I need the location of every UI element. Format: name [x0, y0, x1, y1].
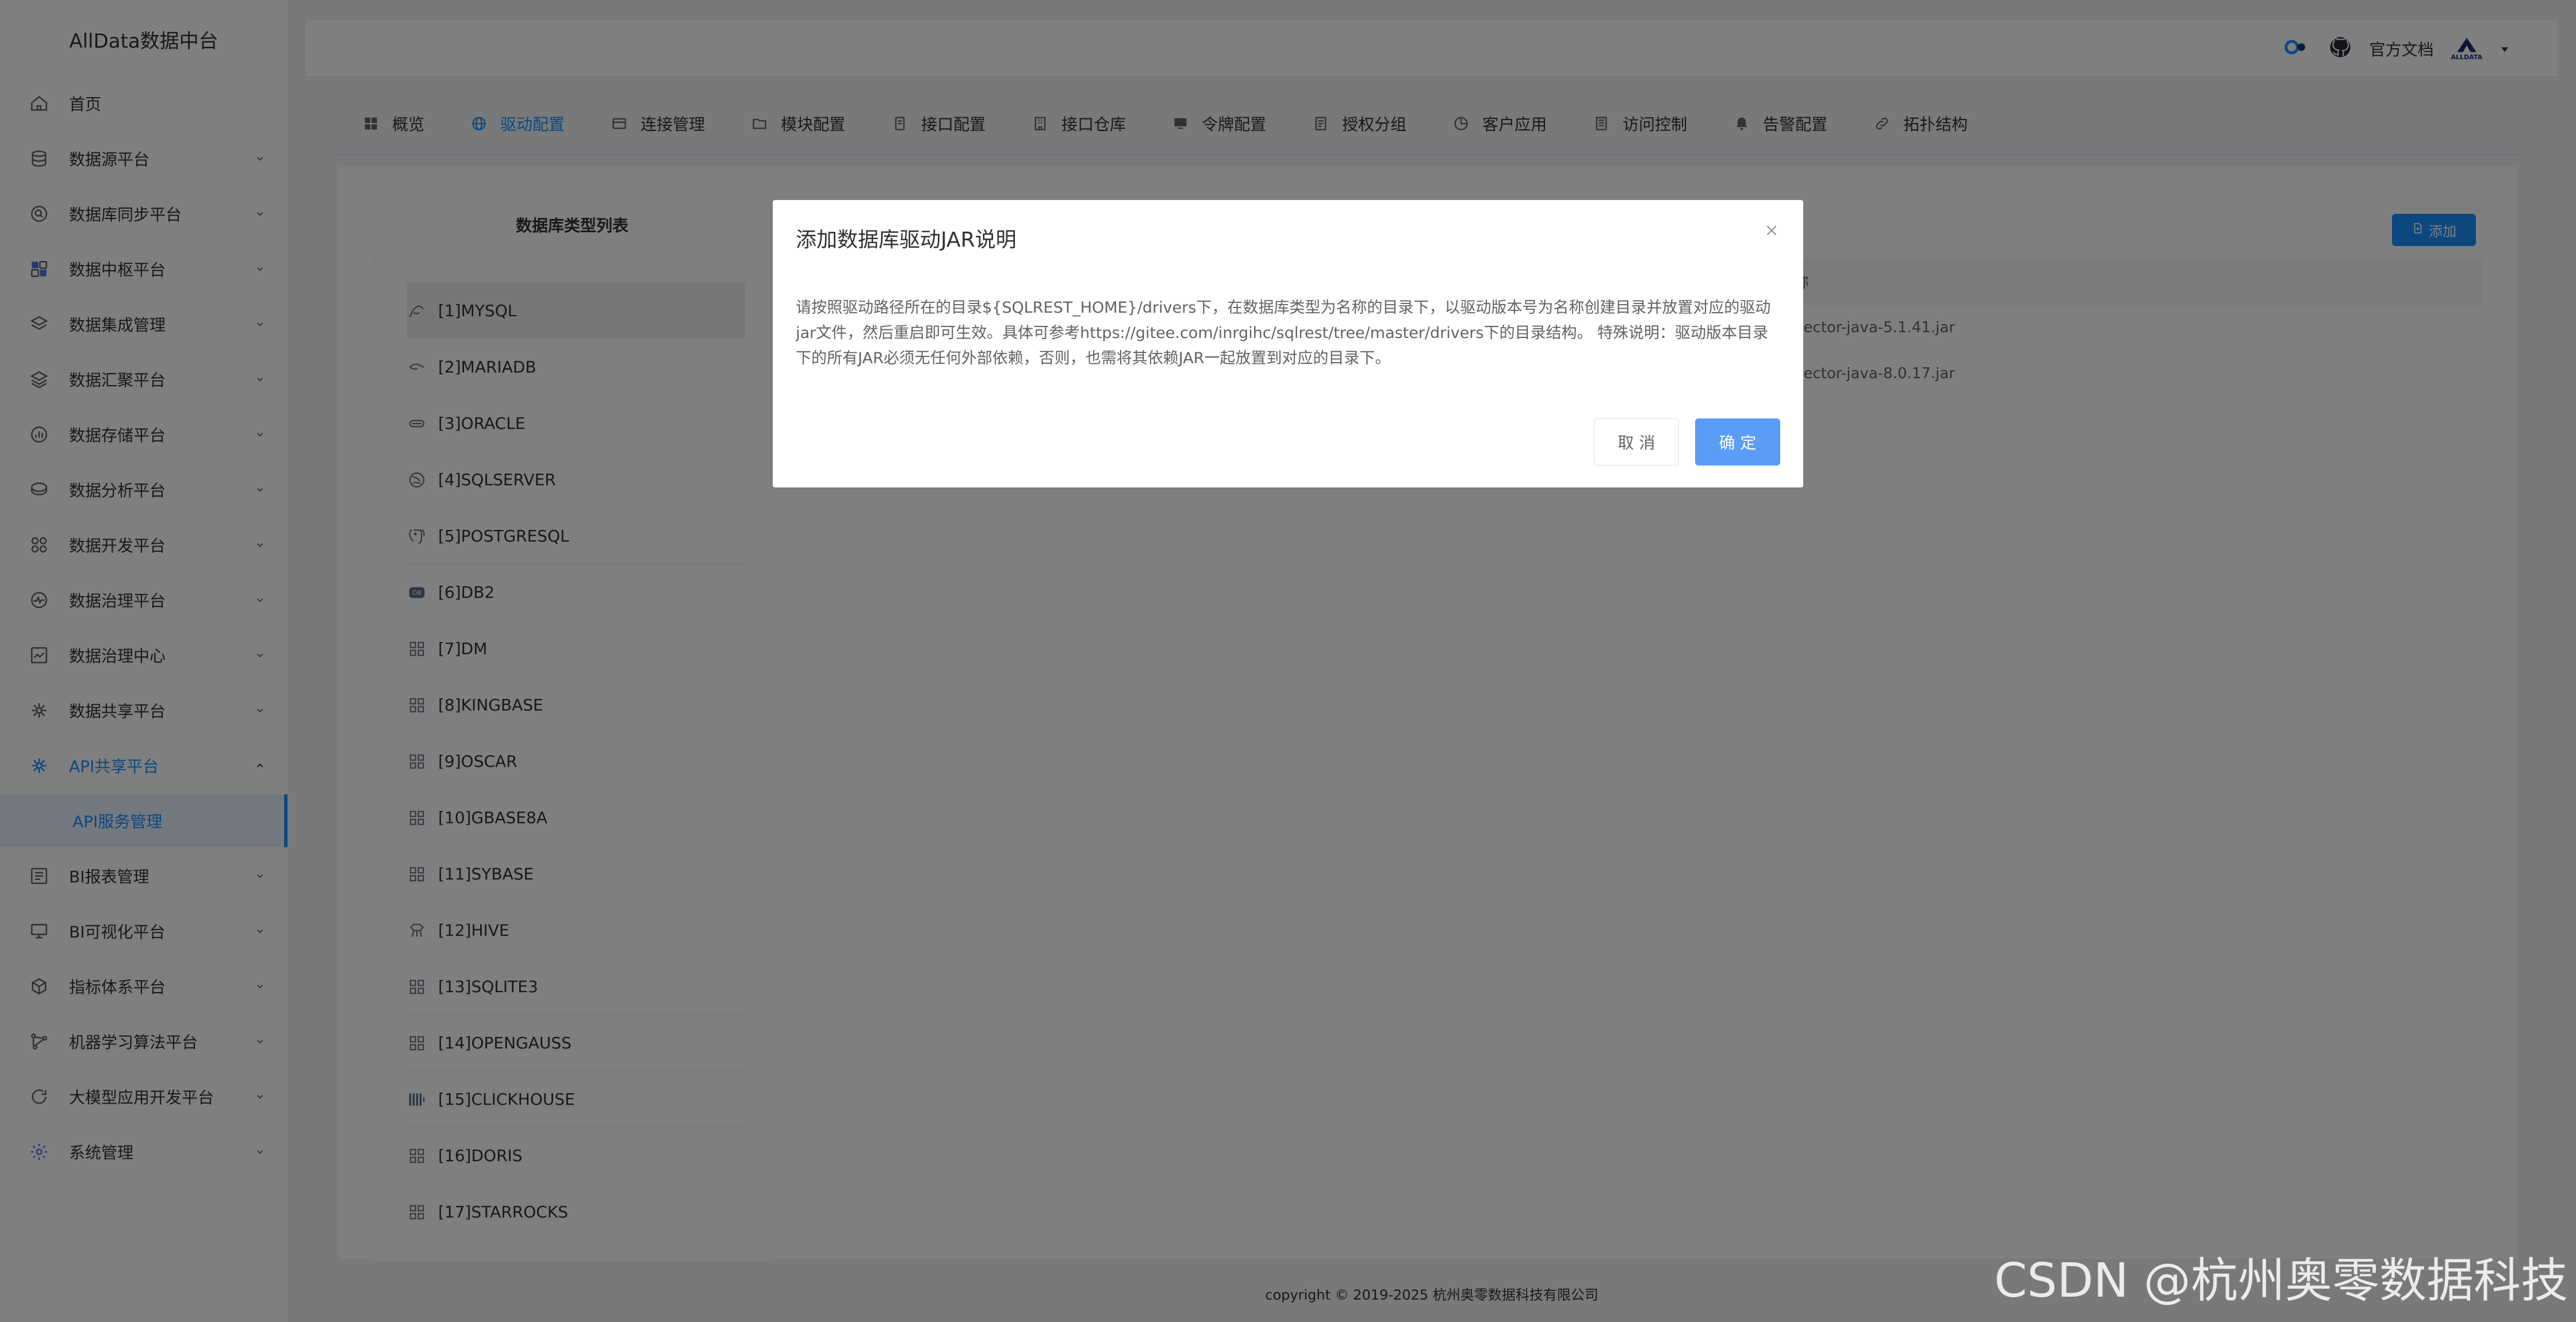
driver-jar-dialog: 添加数据库驱动JAR说明 请按照驱动路径所在的目录${SQLREST_HOME}…: [773, 200, 1803, 487]
dialog-title: 添加数据库驱动JAR说明: [796, 228, 1017, 252]
modal-mask[interactable]: [0, 0, 2576, 1322]
dialog-body: 请按照驱动路径所在的目录${SQLREST_HOME}/drivers下，在数据…: [796, 299, 1771, 367]
cancel-button[interactable]: 取 消: [1594, 418, 1679, 466]
confirm-button[interactable]: 确 定: [1695, 418, 1780, 466]
close-icon[interactable]: [1763, 222, 1780, 239]
csdn-watermark: CSDN @杭州奥零数据科技: [1994, 1254, 2568, 1308]
